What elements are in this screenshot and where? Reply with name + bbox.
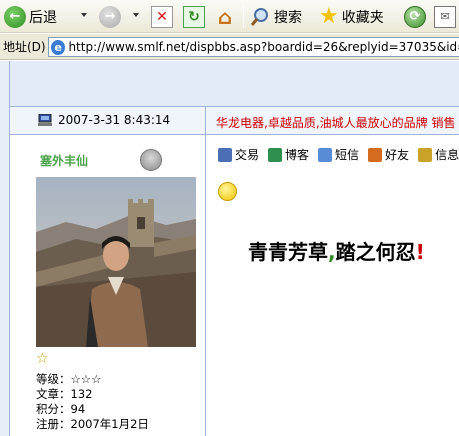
action-blog[interactable]: 博客 [268, 146, 309, 163]
friends-icon [368, 147, 383, 162]
online-status-icon [140, 149, 162, 171]
post-date-row: 2007-3-31 8:43:14 [38, 113, 170, 127]
left-margin-bar [0, 61, 10, 436]
favorites-label: 收藏夹 [341, 9, 384, 26]
post-title-part1: 青青芳草 [248, 240, 328, 264]
action-message[interactable]: 短信 [318, 146, 359, 163]
browser-toolbar: ← 后退 → ✕ ↻ ⌂ 搜索 ★ 收藏夹 ⟳ ✉ [0, 0, 459, 33]
user-points: 积分：94 [36, 402, 86, 416]
smiley-emoticon-icon [218, 182, 237, 201]
mail-button[interactable]: ✉ [434, 0, 456, 33]
address-input[interactable]: e http://www.smlf.net/dispbbs.asp?boardi… [48, 37, 459, 57]
great-wall-photo [36, 177, 196, 347]
home-button[interactable]: ⌂ [214, 0, 236, 33]
favorites-star-icon: ★ [319, 3, 339, 29]
user-registered: 注册：2007年1月2日 [36, 417, 149, 431]
address-url[interactable]: http://www.smlf.net/dispbbs.asp?boardid=… [68, 40, 459, 54]
history-icon: ⟳ [404, 5, 426, 28]
header-strip [10, 61, 459, 106]
refresh-icon: ↻ [183, 5, 205, 28]
action-trade-label: 交易 [235, 148, 260, 162]
post-title-comma: , [328, 240, 336, 264]
post-title: 青青芳草,踏之何忍! [248, 236, 425, 265]
forward-arrow-icon: → [99, 5, 121, 28]
history-button[interactable]: ⟳ [404, 0, 426, 33]
shield-icon [218, 147, 232, 162]
rank-star-icon: ☆ [36, 351, 49, 367]
column-divider [205, 106, 206, 436]
toolbar-separator [243, 5, 244, 28]
address-bar: 地址(D) e http://www.smlf.net/dispbbs.asp?… [0, 34, 459, 60]
post-title-bang: ! [415, 240, 425, 264]
search-button[interactable]: 搜索 [249, 0, 302, 33]
user-actions: 交易 博客 短信 好友 信息 [218, 146, 459, 163]
username[interactable]: 塞外丰仙 [40, 152, 88, 169]
action-message-label: 短信 [335, 148, 360, 162]
favorites-button[interactable]: ★ 收藏夹 [319, 0, 384, 33]
stop-button[interactable]: ✕ [151, 0, 173, 33]
message-icon [318, 147, 333, 162]
forward-dropdown-icon[interactable] [133, 13, 139, 17]
action-friend[interactable]: 好友 [368, 146, 409, 163]
home-icon: ⌂ [217, 4, 233, 29]
computer-icon [38, 113, 52, 126]
search-label: 搜索 [274, 9, 302, 26]
back-label: 后退 [29, 9, 57, 26]
mail-icon: ✉ [434, 5, 456, 28]
action-blog-label: 博客 [285, 148, 310, 162]
user-level: 等级：☆☆☆ [36, 372, 102, 386]
forward-button[interactable]: → [99, 0, 121, 33]
address-label: 地址(D) [3, 40, 46, 54]
action-friend-label: 好友 [385, 148, 410, 162]
info-icon [418, 147, 433, 162]
stop-icon: ✕ [151, 5, 173, 28]
ad-link[interactable]: 华龙电器,卓越品质,油城人最放心的品牌 销售 [216, 114, 455, 131]
ie-page-icon: e [51, 39, 66, 55]
back-button[interactable]: ← 后退 [4, 0, 57, 33]
back-arrow-icon: ← [4, 5, 26, 28]
post-title-part2: 踏之何忍 [335, 240, 416, 264]
action-trade[interactable]: 交易 [218, 146, 259, 163]
page-content: 2007-3-31 8:43:14 华龙电器,卓越品质,油城人最放心的品牌 销售… [0, 61, 459, 436]
post-date: 2007-3-31 8:43:14 [58, 113, 171, 127]
search-icon [250, 7, 268, 26]
blog-icon [268, 147, 283, 162]
user-posts: 文章：132 [36, 387, 93, 401]
action-info-label: 信息 [435, 148, 459, 162]
user-avatar-photo [36, 177, 196, 347]
action-info[interactable]: 信息 [418, 146, 459, 163]
refresh-button[interactable]: ↻ [183, 0, 205, 33]
back-dropdown-icon[interactable] [81, 13, 87, 17]
